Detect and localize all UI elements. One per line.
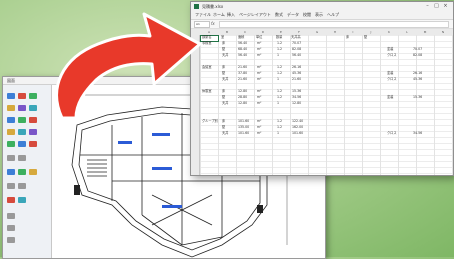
red-arrow-icon: [55, 12, 202, 120]
scene: 図面 見積書.xlsx – □ × ファイル ホーム 挿入 ページレイアウト 数…: [0, 0, 454, 259]
